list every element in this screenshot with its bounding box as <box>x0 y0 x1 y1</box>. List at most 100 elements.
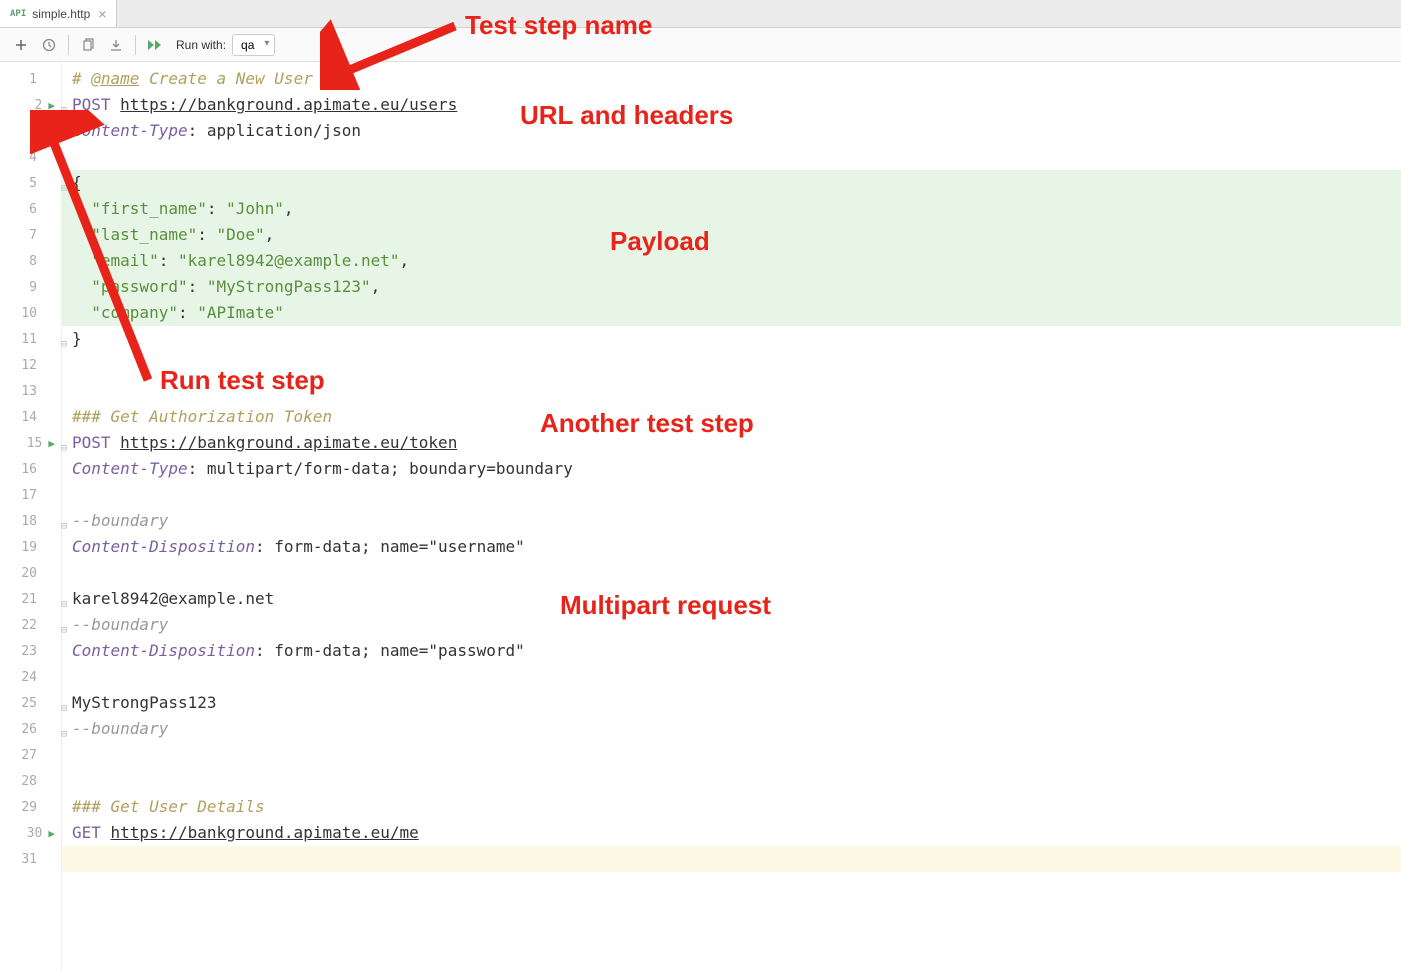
code-token: karel8942@example.net <box>72 589 274 608</box>
code-line[interactable]: "company": "APImate" <box>62 300 1401 326</box>
code-line[interactable]: ⊟POST https://bankground.apimate.eu/user… <box>62 92 1401 118</box>
gutter-row: 5 <box>0 170 61 196</box>
code-line[interactable]: ⊟{ <box>62 170 1401 196</box>
code-line[interactable] <box>62 560 1401 586</box>
line-number: 30 <box>24 826 42 841</box>
code-area[interactable]: # @name Create a New User⊟POST https://b… <box>62 62 1401 971</box>
line-number: 25 <box>19 696 37 711</box>
code-line[interactable]: ⊟--boundary <box>62 612 1401 638</box>
code-line[interactable] <box>62 846 1401 872</box>
line-number: 26 <box>19 722 37 737</box>
gutter-row: 11 <box>0 326 61 352</box>
code-line[interactable]: Content-Disposition: form-data; name="pa… <box>62 638 1401 664</box>
code-token: ### Get Authorization Token <box>72 407 332 426</box>
gutter-row: 6 <box>0 196 61 222</box>
code-line[interactable]: "email": "karel8942@example.net", <box>62 248 1401 274</box>
code-token: , <box>265 225 275 244</box>
gutter-row: 15▶ <box>0 430 61 456</box>
code-line[interactable]: ⊟POST https://bankground.apimate.eu/toke… <box>62 430 1401 456</box>
fold-icon[interactable]: ⊟ <box>61 332 71 342</box>
gutter-row: 9 <box>0 274 61 300</box>
code-token: : <box>188 277 207 296</box>
run-request-icon[interactable]: ▶ <box>48 99 55 112</box>
fold-icon[interactable]: ⊟ <box>61 514 71 524</box>
code-line[interactable]: ⊟--boundary <box>62 508 1401 534</box>
file-tab[interactable]: API simple.http × <box>0 0 117 27</box>
line-number: 17 <box>19 488 37 503</box>
run-all-button[interactable] <box>142 32 168 58</box>
gutter-row: 20 <box>0 560 61 586</box>
code-line[interactable]: GET https://bankground.apimate.eu/me <box>62 820 1401 846</box>
gutter-row: 30 ▶ <box>0 820 61 846</box>
fold-icon[interactable]: ⊟ <box>61 176 71 186</box>
code-editor[interactable]: 12▶3456789101112131415▶16171819202122232… <box>0 62 1401 971</box>
code-line[interactable]: Content-Type: application/json <box>62 118 1401 144</box>
code-line[interactable] <box>62 664 1401 690</box>
line-number: 6 <box>19 202 37 217</box>
code-line[interactable]: ⊟--boundary <box>62 716 1401 742</box>
gutter-row: 21 <box>0 586 61 612</box>
code-line[interactable] <box>62 144 1401 170</box>
import-button[interactable] <box>103 32 129 58</box>
code-token: POST <box>72 433 120 452</box>
line-number: 19 <box>19 540 37 555</box>
code-token: https://bankground.apimate.eu/token <box>120 433 457 452</box>
line-number: 11 <box>19 332 37 347</box>
run-all-icon <box>147 38 163 52</box>
line-number: 7 <box>19 228 37 243</box>
code-token: Content-Type <box>72 121 188 140</box>
history-button[interactable] <box>36 32 62 58</box>
gutter-row: 25 <box>0 690 61 716</box>
fold-icon[interactable]: ⊟ <box>61 592 71 602</box>
code-line[interactable]: ⊟} <box>62 326 1401 352</box>
gutter-row: 3 <box>0 118 61 144</box>
code-token: --boundary <box>72 615 168 634</box>
code-line[interactable]: "password": "MyStrongPass123", <box>62 274 1401 300</box>
code-line[interactable]: "first_name": "John", <box>62 196 1401 222</box>
code-token: POST <box>72 95 120 114</box>
add-button[interactable] <box>8 32 34 58</box>
fold-icon[interactable]: ⊟ <box>61 696 71 706</box>
code-line[interactable] <box>62 768 1401 794</box>
code-line[interactable] <box>62 742 1401 768</box>
copy-icon <box>81 38 95 52</box>
code-token: "Doe" <box>217 225 265 244</box>
code-line[interactable]: ### Get User Details <box>62 794 1401 820</box>
line-number: 27 <box>19 748 37 763</box>
fold-icon[interactable]: ⊟ <box>61 436 71 446</box>
code-line[interactable]: ### Get Authorization Token <box>62 404 1401 430</box>
line-number: 4 <box>19 150 37 165</box>
code-token: "company" <box>72 303 178 322</box>
code-line[interactable] <box>62 352 1401 378</box>
code-token: https://bankground.apimate.eu/me <box>111 823 419 842</box>
history-icon <box>42 38 56 52</box>
code-line[interactable]: Content-Disposition: form-data; name="us… <box>62 534 1401 560</box>
line-number: 9 <box>19 280 37 295</box>
code-line[interactable] <box>62 482 1401 508</box>
gutter-row: 10 <box>0 300 61 326</box>
code-line[interactable]: ⊟MyStrongPass123 <box>62 690 1401 716</box>
close-icon[interactable]: × <box>98 6 106 22</box>
run-request-icon[interactable]: ▶ <box>48 437 55 450</box>
copy-button[interactable] <box>75 32 101 58</box>
fold-icon[interactable]: ⊟ <box>61 98 71 108</box>
run-request-icon[interactable]: ▶ <box>48 827 55 840</box>
code-line[interactable]: Content-Type: multipart/form-data; bound… <box>62 456 1401 482</box>
line-number: 14 <box>19 410 37 425</box>
code-token: "MyStrongPass123" <box>207 277 371 296</box>
import-icon <box>109 38 123 52</box>
line-number: 12 <box>19 358 37 373</box>
code-line[interactable] <box>62 378 1401 404</box>
code-token: "last_name" <box>72 225 197 244</box>
fold-icon[interactable]: ⊟ <box>61 618 71 628</box>
fold-icon[interactable]: ⊟ <box>61 722 71 732</box>
code-line[interactable]: "last_name": "Doe", <box>62 222 1401 248</box>
code-token: @name <box>91 69 139 88</box>
gutter-row: 24 <box>0 664 61 690</box>
code-line[interactable]: ⊟karel8942@example.net <box>62 586 1401 612</box>
code-line[interactable]: # @name Create a New User <box>62 66 1401 92</box>
code-token: ### Get User Details <box>72 797 265 816</box>
environment-select[interactable]: qa <box>232 34 275 56</box>
line-number: 3 <box>19 124 37 139</box>
gutter-row: 14 <box>0 404 61 430</box>
